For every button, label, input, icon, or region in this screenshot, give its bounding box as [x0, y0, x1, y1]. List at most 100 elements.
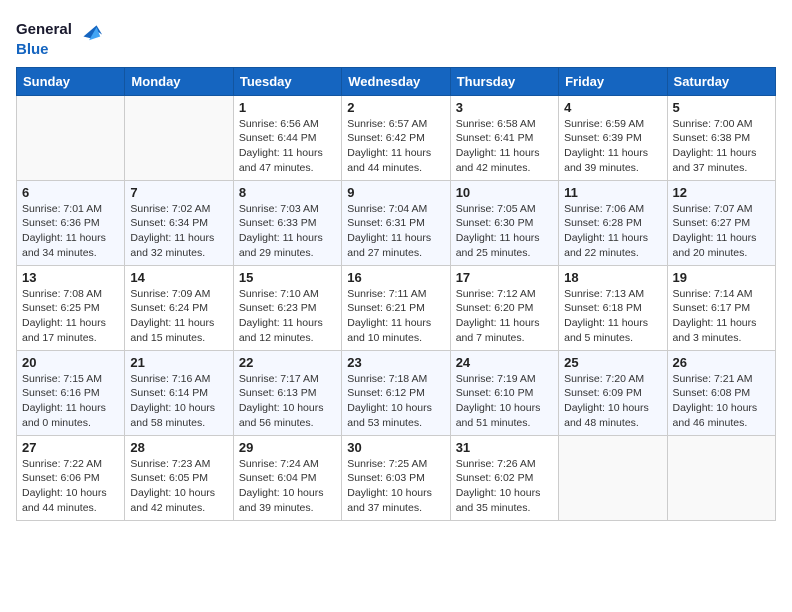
weekday-header-sunday: Sunday — [17, 67, 125, 95]
day-info: Sunrise: 7:12 AMSunset: 6:20 PMDaylight:… — [456, 287, 553, 346]
day-number: 17 — [456, 270, 553, 285]
calendar-cell: 29Sunrise: 7:24 AMSunset: 6:04 PMDayligh… — [233, 435, 341, 520]
logo-text-blue: Blue — [16, 42, 104, 59]
day-info: Sunrise: 7:24 AMSunset: 6:04 PMDaylight:… — [239, 457, 336, 516]
day-number: 5 — [673, 100, 770, 115]
day-info: Sunrise: 7:25 AMSunset: 6:03 PMDaylight:… — [347, 457, 444, 516]
weekday-header-monday: Monday — [125, 67, 233, 95]
day-number: 3 — [456, 100, 553, 115]
calendar-container: General Blue SundayMondayTuesdayWednesda… — [0, 0, 792, 529]
day-number: 13 — [22, 270, 119, 285]
calendar-cell: 21 Sunrise: 7:16 AMSunset: 6:14 PMDayligh… — [125, 350, 233, 435]
calendar-cell: 1Sunrise: 6:56 AMSunset: 6:44 PMDaylight… — [233, 95, 341, 180]
day-number: 19 — [673, 270, 770, 285]
day-number: 24 — [456, 355, 553, 370]
calendar-cell: 8Sunrise: 7:03 AMSunset: 6:33 PMDaylight… — [233, 180, 341, 265]
day-number: 30 — [347, 440, 444, 455]
day-info: Sunrise: 7:04 AMSunset: 6:31 PMDaylight:… — [347, 202, 444, 261]
day-info: Sunrise: 6:58 AMSunset: 6:41 PMDaylight:… — [456, 117, 553, 176]
day-number: 12 — [673, 185, 770, 200]
calendar-table: SundayMondayTuesdayWednesdayThursdayFrid… — [16, 67, 776, 521]
calendar-cell: 3 Sunrise: 6:58 AMSunset: 6:41 PMDaylight… — [450, 95, 558, 180]
day-info: Sunrise: 7:18 AMSunset: 6:12 PMDaylight:… — [347, 372, 444, 431]
calendar-cell: 20 Sunrise: 7:15 AMSunset: 6:16 PMDayligh… — [17, 350, 125, 435]
calendar-cell — [559, 435, 667, 520]
week-row-3: 13 Sunrise: 7:08 AMSunset: 6:25 PMDayligh… — [17, 265, 776, 350]
day-number: 1 — [239, 100, 336, 115]
calendar-cell: 4Sunrise: 6:59 AMSunset: 6:39 PMDaylight… — [559, 95, 667, 180]
calendar-cell: 7Sunrise: 7:02 AMSunset: 6:34 PMDaylight… — [125, 180, 233, 265]
weekday-header-friday: Friday — [559, 67, 667, 95]
day-number: 15 — [239, 270, 336, 285]
week-row-5: 27 Sunrise: 7:22 AMSunset: 6:06 PMDayligh… — [17, 435, 776, 520]
logo-general: General — [16, 21, 72, 38]
calendar-cell: 17 Sunrise: 7:12 AMSunset: 6:20 PMDayligh… — [450, 265, 558, 350]
day-number: 21 — [130, 355, 227, 370]
calendar-cell: 24 Sunrise: 7:19 AMSunset: 6:10 PMDayligh… — [450, 350, 558, 435]
calendar-cell — [17, 95, 125, 180]
day-info: Sunrise: 7:19 AMSunset: 6:10 PMDaylight:… — [456, 372, 553, 431]
day-number: 14 — [130, 270, 227, 285]
calendar-cell: 19 Sunrise: 7:14 AMSunset: 6:17 PMDayligh… — [667, 265, 775, 350]
calendar-cell: 31 Sunrise: 7:26 AMSunset: 6:02 PMDayligh… — [450, 435, 558, 520]
day-number: 10 — [456, 185, 553, 200]
calendar-cell: 30 Sunrise: 7:25 AMSunset: 6:03 PMDayligh… — [342, 435, 450, 520]
weekday-header-wednesday: Wednesday — [342, 67, 450, 95]
day-info: Sunrise: 7:13 AMSunset: 6:18 PMDaylight:… — [564, 287, 661, 346]
calendar-cell: 25Sunrise: 7:20 AMSunset: 6:09 PMDayligh… — [559, 350, 667, 435]
calendar-cell: 26Sunrise: 7:21 AMSunset: 6:08 PMDayligh… — [667, 350, 775, 435]
day-number: 23 — [347, 355, 444, 370]
weekday-header-saturday: Saturday — [667, 67, 775, 95]
logo: General Blue — [16, 16, 104, 59]
calendar-cell: 18 Sunrise: 7:13 AMSunset: 6:18 PMDayligh… — [559, 265, 667, 350]
day-number: 31 — [456, 440, 553, 455]
day-number: 9 — [347, 185, 444, 200]
day-info: Sunrise: 7:23 AMSunset: 6:05 PMDaylight:… — [130, 457, 227, 516]
calendar-cell: 9 Sunrise: 7:04 AMSunset: 6:31 PMDaylight… — [342, 180, 450, 265]
day-number: 7 — [130, 185, 227, 200]
calendar-cell: 13 Sunrise: 7:08 AMSunset: 6:25 PMDayligh… — [17, 265, 125, 350]
day-number: 22 — [239, 355, 336, 370]
day-info: Sunrise: 7:16 AMSunset: 6:14 PMDaylight:… — [130, 372, 227, 431]
day-number: 2 — [347, 100, 444, 115]
day-info: Sunrise: 6:59 AMSunset: 6:39 PMDaylight:… — [564, 117, 661, 176]
calendar-cell: 10 Sunrise: 7:05 AMSunset: 6:30 PMDayligh… — [450, 180, 558, 265]
day-info: Sunrise: 6:57 AMSunset: 6:42 PMDaylight:… — [347, 117, 444, 176]
calendar-cell: 11 Sunrise: 7:06 AMSunset: 6:28 PMDayligh… — [559, 180, 667, 265]
day-info: Sunrise: 7:03 AMSunset: 6:33 PMDaylight:… — [239, 202, 336, 261]
day-number: 18 — [564, 270, 661, 285]
day-number: 6 — [22, 185, 119, 200]
calendar-cell: 16Sunrise: 7:11 AMSunset: 6:21 PMDayligh… — [342, 265, 450, 350]
calendar-cell — [125, 95, 233, 180]
weekday-header-row: SundayMondayTuesdayWednesdayThursdayFrid… — [17, 67, 776, 95]
day-number: 20 — [22, 355, 119, 370]
day-info: Sunrise: 7:15 AMSunset: 6:16 PMDaylight:… — [22, 372, 119, 431]
day-info: Sunrise: 7:08 AMSunset: 6:25 PMDaylight:… — [22, 287, 119, 346]
calendar-cell: 5Sunrise: 7:00 AMSunset: 6:38 PMDaylight… — [667, 95, 775, 180]
day-info: Sunrise: 7:21 AMSunset: 6:08 PMDaylight:… — [673, 372, 770, 431]
day-info: Sunrise: 7:05 AMSunset: 6:30 PMDaylight:… — [456, 202, 553, 261]
day-number: 27 — [22, 440, 119, 455]
calendar-cell — [667, 435, 775, 520]
day-info: Sunrise: 7:22 AMSunset: 6:06 PMDaylight:… — [22, 457, 119, 516]
day-info: Sunrise: 7:20 AMSunset: 6:09 PMDaylight:… — [564, 372, 661, 431]
logo-icon — [76, 16, 104, 44]
week-row-4: 20 Sunrise: 7:15 AMSunset: 6:16 PMDayligh… — [17, 350, 776, 435]
calendar-cell: 22 Sunrise: 7:17 AMSunset: 6:13 PMDayligh… — [233, 350, 341, 435]
weekday-header-tuesday: Tuesday — [233, 67, 341, 95]
day-info: Sunrise: 7:17 AMSunset: 6:13 PMDaylight:… — [239, 372, 336, 431]
week-row-2: 6Sunrise: 7:01 AMSunset: 6:36 PMDaylight… — [17, 180, 776, 265]
calendar-cell: 27 Sunrise: 7:22 AMSunset: 6:06 PMDayligh… — [17, 435, 125, 520]
calendar-cell: 2 Sunrise: 6:57 AMSunset: 6:42 PMDaylight… — [342, 95, 450, 180]
header: General Blue — [16, 16, 776, 59]
day-info: Sunrise: 7:14 AMSunset: 6:17 PMDaylight:… — [673, 287, 770, 346]
day-number: 11 — [564, 185, 661, 200]
day-info: Sunrise: 7:10 AMSunset: 6:23 PMDaylight:… — [239, 287, 336, 346]
logo-text-general: General — [16, 21, 72, 38]
day-number: 16 — [347, 270, 444, 285]
day-info: Sunrise: 7:09 AMSunset: 6:24 PMDaylight:… — [130, 287, 227, 346]
calendar-cell: 15 Sunrise: 7:10 AMSunset: 6:23 PMDayligh… — [233, 265, 341, 350]
day-info: Sunrise: 7:26 AMSunset: 6:02 PMDaylight:… — [456, 457, 553, 516]
calendar-cell: 28Sunrise: 7:23 AMSunset: 6:05 PMDayligh… — [125, 435, 233, 520]
day-info: Sunrise: 7:06 AMSunset: 6:28 PMDaylight:… — [564, 202, 661, 261]
